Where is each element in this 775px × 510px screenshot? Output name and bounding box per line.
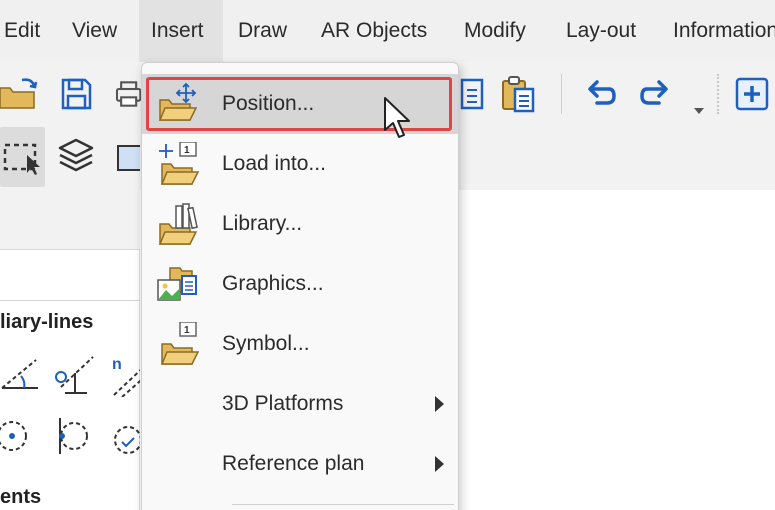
perpendicular-line-icon[interactable] (50, 352, 96, 398)
section-title-lines: liary-lines (0, 311, 94, 333)
menu-edit[interactable]: Edit (0, 0, 48, 62)
menu-item-load-into[interactable]: 1 Load into... (142, 134, 458, 194)
toolbar-separator (561, 74, 562, 114)
menu-draw[interactable]: Draw (227, 0, 307, 62)
svg-text:1: 1 (184, 145, 190, 156)
panel-header-strip (0, 190, 140, 250)
angle-line-icon[interactable] (0, 352, 40, 396)
folder-library-icon (156, 202, 200, 246)
copy-icon[interactable] (458, 74, 486, 114)
menu-item-label: Reference plan (222, 452, 365, 475)
toolbar-separator (717, 74, 719, 114)
print-icon[interactable] (112, 74, 142, 114)
menu-modify[interactable]: Modify (452, 0, 552, 62)
svg-text:1: 1 (184, 325, 190, 336)
menu-item-graphics[interactable]: Graphics... (142, 254, 458, 314)
add-icon[interactable] (732, 74, 772, 114)
menu-insert[interactable]: Insert (139, 0, 223, 62)
svg-text:n: n (112, 356, 122, 373)
menu-item-library[interactable]: Library... (142, 194, 458, 254)
layers-icon[interactable] (54, 134, 98, 178)
menu-view[interactable]: View (60, 0, 130, 62)
mouse-cursor-icon (383, 96, 413, 142)
folder-symbol-icon: 1 (156, 321, 200, 366)
menu-item-3d-platforms[interactable]: 3D Platforms (142, 374, 458, 434)
menu-information[interactable]: Information (662, 0, 775, 62)
menu-item-reference-plan[interactable]: Reference plan (142, 434, 458, 494)
submenu-arrow-icon (435, 456, 444, 472)
folder-load-icon: 1 (156, 141, 200, 186)
toolbar-overflow-icon[interactable] (692, 106, 706, 116)
menu-lay-out[interactable]: Lay-out (555, 0, 655, 62)
parallel-line-icon[interactable]: n (108, 352, 140, 398)
circle-tangent-icon[interactable] (50, 414, 94, 458)
menu-item-label: Load into... (222, 152, 326, 175)
circle-center-icon[interactable] (0, 414, 30, 458)
paste-icon[interactable] (496, 72, 540, 116)
panel-divider (0, 300, 140, 301)
menu-item-label: 3D Platforms (222, 392, 344, 415)
select-tool-icon[interactable] (0, 127, 45, 187)
open-folder-icon[interactable] (0, 74, 40, 114)
graphics-icon (156, 262, 200, 306)
menu-bar: Edit View Insert Draw AR Objects Modify … (0, 0, 775, 62)
menu-item-symbol[interactable]: 1 Symbol... (142, 314, 458, 374)
menu-separator (232, 504, 454, 505)
menu-ar-objects[interactable]: AR Objects (310, 0, 444, 62)
menu-item-label: Library... (222, 212, 303, 235)
menu-item-label: Symbol... (222, 332, 310, 355)
rectangle-icon[interactable] (112, 140, 140, 174)
submenu-arrow-icon (435, 396, 444, 412)
undo-icon[interactable] (580, 74, 620, 114)
save-icon[interactable] (56, 74, 96, 114)
section-title-elements: ents (0, 486, 42, 508)
menu-item-label: Graphics... (222, 272, 324, 295)
redo-icon[interactable] (636, 74, 676, 114)
circle-arc-icon[interactable] (108, 414, 140, 458)
